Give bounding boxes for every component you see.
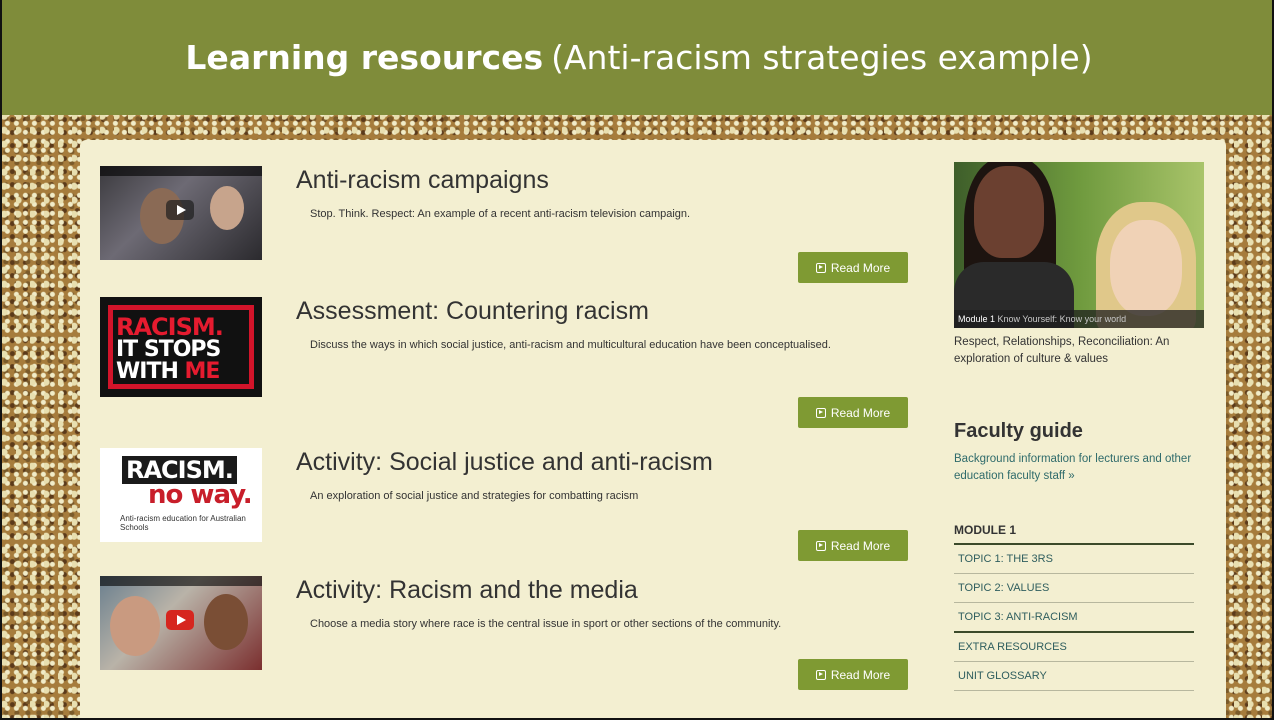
read-more-label: Read More	[830, 405, 891, 420]
thumbnail-text: WITH ME	[116, 359, 221, 384]
nav-item-extra-resources[interactable]: EXTRA RESOURCES	[954, 633, 1194, 662]
nav-item-topic-2[interactable]: TOPIC 2: VALUES	[954, 574, 1194, 603]
article-title[interactable]: Anti-racism campaigns	[296, 166, 549, 195]
arrow-icon	[815, 540, 826, 551]
racism-it-stops-with-me-thumbnail[interactable]: RACISM. IT STOPS WITH ME	[100, 297, 262, 397]
read-more-label: Read More	[830, 260, 891, 275]
video-thumbnail[interactable]	[100, 576, 262, 670]
module-1-image[interactable]: Module 1 Know Yourself: Know your world	[954, 162, 1204, 328]
play-icon[interactable]	[166, 200, 194, 220]
article-title[interactable]: Activity: Racism and the media	[296, 576, 638, 605]
arrow-icon	[815, 407, 826, 418]
article-title[interactable]: Activity: Social justice and anti-racism	[296, 448, 713, 477]
person-image	[204, 594, 248, 650]
article-description: Stop. Think. Respect: An example of a re…	[310, 208, 691, 220]
student-image	[974, 166, 1044, 258]
article-title[interactable]: Assessment: Countering racism	[296, 297, 649, 326]
video-title-bar	[100, 576, 262, 586]
person-image	[210, 186, 244, 230]
module-nav: TOPIC 1: THE 3RS TOPIC 2: VALUES TOPIC 3…	[954, 545, 1194, 691]
read-more-label: Read More	[830, 538, 891, 553]
thumbnail-text: RACISM.	[116, 313, 224, 341]
module-description: Respect, Relationships, Reconciliation: …	[954, 336, 1170, 365]
faculty-guide-heading: Faculty guide	[954, 420, 1083, 442]
caption-module: Module 1	[958, 314, 996, 324]
module-image-caption: Module 1 Know Yourself: Know your world	[954, 310, 1204, 328]
title-bar: Learning resources (Anti-racism strategi…	[2, 0, 1272, 115]
video-thumbnail[interactable]	[100, 166, 262, 260]
thumbnail-text: no way.	[148, 480, 253, 510]
read-more-button[interactable]: Read More	[798, 397, 908, 428]
thumbnail-text: IT STOPS	[116, 337, 221, 362]
read-more-button[interactable]: Read More	[798, 530, 908, 561]
title-rest: (Anti-racism strategies example)	[551, 38, 1093, 77]
arrow-icon	[815, 262, 826, 273]
read-more-button[interactable]: Read More	[798, 252, 908, 283]
article-description: Choose a media story where race is the c…	[310, 618, 782, 630]
title-bold: Learning resources	[185, 38, 544, 77]
arrow-icon	[815, 669, 826, 680]
caption-subtitle: Know Yourself: Know your world	[997, 314, 1127, 324]
racism-no-way-thumbnail[interactable]: RACISM. no way. Anti-racism education fo…	[100, 448, 262, 542]
video-title-bar	[100, 166, 262, 176]
sidebar: Module 1 Know Yourself: Know your world …	[954, 162, 1204, 691]
thumbnail-text: Anti-racism education for Australian Sch…	[120, 514, 246, 532]
nav-item-topic-3[interactable]: TOPIC 3: ANTI-RACISM	[954, 603, 1194, 633]
nav-item-unit-glossary[interactable]: UNIT GLOSSARY	[954, 662, 1194, 691]
nav-item-topic-1[interactable]: TOPIC 1: THE 3RS	[954, 545, 1194, 574]
faculty-guide-link[interactable]: Background information for lecturers and…	[954, 451, 1204, 485]
play-icon[interactable]	[166, 610, 194, 630]
student-image	[1110, 220, 1182, 316]
webpage-content: Anti-racism campaigns Stop. Think. Respe…	[80, 140, 1226, 718]
thumbnail-text: WITH	[116, 359, 185, 384]
read-more-label: Read More	[830, 667, 891, 682]
read-more-button[interactable]: Read More	[798, 659, 908, 690]
module-nav-heading: MODULE 1	[954, 523, 1194, 545]
article-description: Discuss the ways in which social justice…	[310, 339, 831, 351]
article-description: An exploration of social justice and str…	[310, 490, 639, 502]
thumbnail-text: ME	[184, 359, 221, 384]
person-image	[110, 596, 160, 656]
slide: Learning resources (Anti-racism strategi…	[0, 0, 1274, 720]
